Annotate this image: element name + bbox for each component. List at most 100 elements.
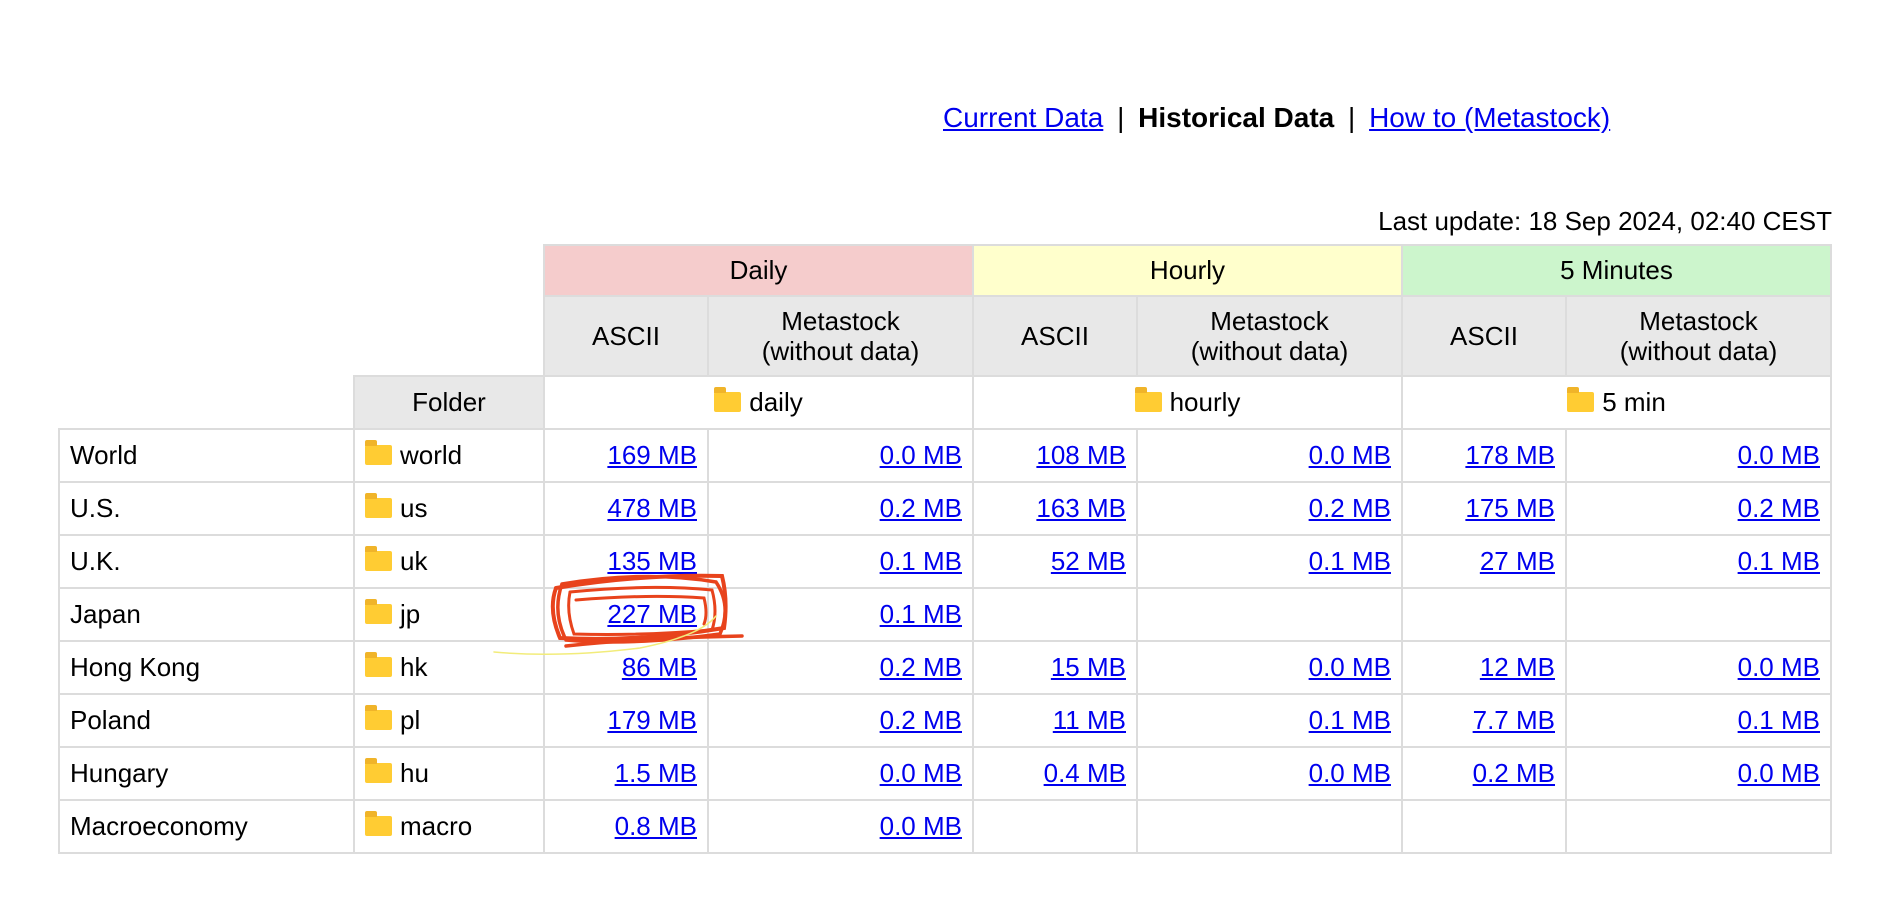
five-min-metastock-link[interactable]: 0.1 MB [1738,546,1820,576]
five-min-metastock-header: Metastock (without data) [1565,295,1832,377]
folder-name[interactable]: world [400,440,462,470]
five-min-ascii-header: ASCII [1401,295,1567,377]
historical-data-table: Daily Hourly 5 Minutes ASCII Metastock (w… [58,244,1832,854]
daily-ascii-link[interactable]: 0.8 MB [615,811,697,841]
daily-metastock-link[interactable]: 0.0 MB [880,811,962,841]
folder-name[interactable]: macro [400,811,472,841]
region-name: Japan [58,587,355,642]
hourly-ascii-link[interactable]: 108 MB [1036,440,1126,470]
daily-ascii-link[interactable]: 227 MB [607,599,697,629]
folder-link[interactable]: macro [353,799,545,854]
table-row: Poland pl 179 MB 0.2 MB 11 MB 0.1 MB 7.7 MB 0.1… [58,693,1832,748]
daily-metastock-link[interactable]: 0.2 MB [880,652,962,682]
five-min-ascii-link[interactable]: 12 MB [1480,652,1555,682]
daily-ascii-link[interactable]: 169 MB [607,440,697,470]
hourly-metastock-link[interactable]: 0.0 MB [1309,652,1391,682]
folder-link[interactable]: jp [353,587,545,642]
size-cell: 7.7 MB [1401,693,1567,748]
hourly-metastock-link[interactable]: 0.0 MB [1309,758,1391,788]
daily-metastock-header: Metastock (without data) [707,295,974,377]
five-min-ascii-link[interactable]: 175 MB [1465,493,1555,523]
daily-ascii-link[interactable]: 179 MB [607,705,697,735]
five-min-metastock-link[interactable]: 0.0 MB [1738,652,1820,682]
hourly-metastock-link[interactable]: 0.0 MB [1309,440,1391,470]
daily-metastock-link[interactable]: 0.1 MB [880,546,962,576]
daily-ascii-header: ASCII [543,295,709,377]
five-min-ascii-link[interactable]: 0.2 MB [1473,758,1555,788]
daily-metastock-link[interactable]: 0.1 MB [880,599,962,629]
current-data-link[interactable]: Current Data [943,102,1103,133]
five-min-metastock-link[interactable]: 0.1 MB [1738,705,1820,735]
folder-name[interactable]: jp [400,599,420,629]
hourly-folder-label[interactable]: hourly [1170,387,1241,417]
daily-metastock-link[interactable]: 0.0 MB [880,440,962,470]
hourly-metastock-header: Metastock (without data) [1136,295,1403,377]
size-cell: 0.1 MB [1136,534,1403,589]
folder-link[interactable]: hu [353,746,545,801]
size-cell: 0.2 MB [707,693,974,748]
hourly-folder-link[interactable]: hourly [972,375,1403,430]
daily-metastock-link[interactable]: 0.0 MB [880,758,962,788]
daily-folder-link[interactable]: daily [543,375,974,430]
hourly-metastock-link[interactable]: 0.1 MB [1309,705,1391,735]
hourly-metastock-link[interactable]: 0.2 MB [1309,493,1391,523]
daily-folder-label[interactable]: daily [749,387,802,417]
size-cell: 163 MB [972,481,1138,536]
size-cell: 169 MB [543,428,709,483]
size-cell: 0.2 MB [1565,481,1832,536]
five-min-ascii-link[interactable]: 178 MB [1465,440,1555,470]
daily-metastock-link[interactable]: 0.2 MB [880,493,962,523]
folder-name[interactable]: hk [400,652,427,682]
size-cell [1401,799,1567,854]
size-cell: 0.0 MB [1136,746,1403,801]
folder-name[interactable]: us [400,493,427,523]
hourly-metastock-link[interactable]: 0.1 MB [1309,546,1391,576]
daily-ascii-link[interactable]: 1.5 MB [615,758,697,788]
empty-cell [354,245,544,296]
size-cell: 0.0 MB [1136,428,1403,483]
hourly-ascii-link[interactable]: 15 MB [1051,652,1126,682]
five-min-metastock-link[interactable]: 0.0 MB [1738,758,1820,788]
five-min-ascii-link[interactable]: 7.7 MB [1473,705,1555,735]
daily-metastock-link[interactable]: 0.2 MB [880,705,962,735]
folder-link[interactable]: world [353,428,545,483]
folder-icon [365,652,392,677]
five-min-folder-label[interactable]: 5 min [1602,387,1666,417]
table-row: U.S. us 478 MB 0.2 MB 163 MB 0.2 MB 175 MB 0.2 … [58,481,1832,536]
folder-icon [365,811,392,836]
size-cell: 0.0 MB [707,799,974,854]
size-cell [972,587,1138,642]
last-update-text: Last update: 18 Sep 2024, 02:40 CEST [1378,206,1832,236]
daily-ascii-link[interactable]: 135 MB [607,546,697,576]
table-row: Japan jp 227 MB 0.1 MB [58,587,1832,642]
daily-ascii-link[interactable]: 86 MB [622,652,697,682]
folder-name[interactable]: hu [400,758,429,788]
hourly-ascii-link[interactable]: 0.4 MB [1044,758,1126,788]
size-cell: 15 MB [972,640,1138,695]
size-cell: 0.2 MB [1136,481,1403,536]
table-row: Hungary hu 1.5 MB 0.0 MB 0.4 MB 0.0 MB 0.2 MB 0… [58,746,1832,801]
hourly-ascii-link[interactable]: 11 MB [1053,705,1126,735]
folder-link[interactable]: us [353,481,545,536]
folder-icon [714,387,742,412]
folder-icon [365,493,392,518]
size-cell: 52 MB [972,534,1138,589]
folder-link[interactable]: pl [353,693,545,748]
table-row: U.K. uk 135 MB 0.1 MB 52 MB 0.1 MB 27 MB 0.1 MB [58,534,1832,589]
folder-name[interactable]: uk [400,546,427,576]
size-cell: 0.0 MB [1136,640,1403,695]
five-min-metastock-link[interactable]: 0.2 MB [1738,493,1820,523]
folder-link[interactable]: uk [353,534,545,589]
how-to-metastock-link[interactable]: How to (Metastock) [1369,102,1610,133]
five-min-metastock-link[interactable]: 0.0 MB [1738,440,1820,470]
hourly-ascii-link[interactable]: 163 MB [1036,493,1126,523]
folder-link[interactable]: hk [353,640,545,695]
daily-ascii-link[interactable]: 478 MB [607,493,697,523]
hourly-ascii-link[interactable]: 52 MB [1051,546,1126,576]
size-cell [972,799,1138,854]
folder-name[interactable]: pl [400,705,420,735]
five-min-ascii-link[interactable]: 27 MB [1480,546,1555,576]
five-min-folder-link[interactable]: 5 min [1401,375,1832,430]
size-cell: 0.0 MB [707,746,974,801]
size-cell: 0.0 MB [707,428,974,483]
